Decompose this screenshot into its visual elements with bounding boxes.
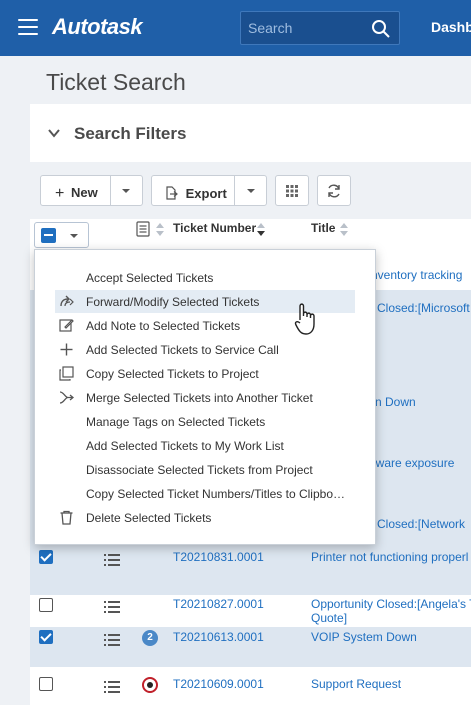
search-icon[interactable]	[371, 19, 391, 39]
ticket-title-link[interactable]: Closed:[Microsoft	[377, 301, 470, 315]
copy-icon	[59, 366, 74, 381]
top-navigation-bar: Autotask Search Dashb	[0, 0, 471, 56]
row-checkbox[interactable]	[39, 598, 53, 612]
menu-item-copy-to-clipboard[interactable]: Copy Selected Ticket Numbers/Titles to C…	[55, 482, 355, 505]
merge-icon	[59, 391, 74, 404]
row-checkbox[interactable]	[39, 630, 53, 644]
menu-item-label: Add Note to Selected Tickets	[86, 319, 241, 333]
menu-item-accept[interactable]: Accept Selected Tickets	[55, 266, 355, 289]
nav-dashboard-link[interactable]: Dashb	[431, 19, 471, 35]
global-search-input[interactable]: Search	[240, 11, 400, 45]
menu-item-label: Forward/Modify Selected Tickets	[86, 295, 260, 309]
row-checkbox[interactable]	[39, 677, 53, 691]
menu-item-label: Merge Selected Tickets into Another Tick…	[86, 391, 313, 405]
menu-item-copy-to-project[interactable]: Copy Selected Tickets to Project	[55, 362, 355, 385]
menu-item-label: Accept Selected Tickets	[86, 271, 214, 285]
ticket-count-badge: 2	[142, 630, 158, 646]
ticket-title-link[interactable]: n Down	[375, 395, 416, 409]
sort-icon[interactable]	[340, 223, 348, 237]
menu-item-label: Manage Tags on Selected Tickets	[86, 415, 266, 429]
menu-item-delete[interactable]: Delete Selected Tickets	[55, 506, 355, 529]
menu-item-manage-tags[interactable]: Manage Tags on Selected Tickets	[55, 410, 355, 433]
menu-item-merge[interactable]: Merge Selected Tickets into Another Tick…	[55, 386, 355, 409]
ticket-title-link[interactable]: Closed:[Network	[377, 517, 465, 531]
forward-icon	[60, 295, 74, 307]
ticket-title-link[interactable]: Printer not functioning properl	[311, 550, 468, 564]
plus-icon	[60, 343, 73, 356]
select-all-checkbox[interactable]	[41, 228, 56, 243]
menu-item-label: Copy Selected Ticket Numbers/Titles to C…	[86, 487, 345, 501]
ticket-number-link[interactable]: T20210831.0001	[173, 550, 264, 564]
new-dropdown-caret-icon[interactable]	[122, 189, 130, 193]
list-icon[interactable]	[104, 634, 120, 646]
grid-icon	[286, 185, 298, 197]
divider	[110, 176, 111, 205]
column-header-title[interactable]: Title	[311, 221, 335, 235]
page-title: Ticket Search	[46, 69, 186, 95]
priority-target-icon	[142, 677, 158, 693]
list-icon[interactable]	[104, 681, 120, 693]
export-icon	[166, 186, 178, 200]
search-filters-title: Search Filters	[74, 124, 187, 143]
export-button-content: Export	[164, 184, 227, 201]
row-checkbox[interactable]	[39, 550, 53, 564]
hand-pointer-cursor-icon	[294, 303, 315, 335]
ticket-number-link[interactable]: T20210613.0001	[173, 630, 264, 644]
ticket-title-link[interactable]: lware exposure	[373, 456, 454, 470]
plus-icon: +	[55, 185, 65, 202]
menu-item-add-to-service-call[interactable]: Add Selected Tickets to Service Call	[55, 338, 355, 361]
ticket-title-link-line2[interactable]: Quote]	[311, 611, 347, 625]
hamburger-menu-icon[interactable]	[18, 19, 38, 35]
menu-item-label: Delete Selected Tickets	[86, 511, 212, 525]
column-header-ticket-number[interactable]: Ticket Number	[173, 221, 256, 235]
ticket-number-link[interactable]: T20210827.0001	[173, 597, 264, 611]
table-row[interactable]: 2 T20210613.0001 VOIP System Down	[30, 627, 471, 667]
table-row[interactable]: T20210609.0001 Support Request	[30, 667, 471, 705]
new-button-content: + New	[55, 184, 98, 202]
refresh-button[interactable]	[317, 175, 351, 206]
ticket-number-link[interactable]: T20210609.0001	[173, 677, 264, 691]
menu-item-disassociate[interactable]: Disassociate Selected Tickets from Proje…	[55, 458, 355, 481]
menu-item-label: Copy Selected Tickets to Project	[86, 367, 259, 381]
export-button[interactable]: Export	[151, 175, 267, 206]
chevron-down-icon[interactable]	[47, 126, 61, 140]
menu-item-label: Add Selected Tickets to Service Call	[86, 343, 279, 357]
export-button-label: Export	[185, 186, 227, 201]
bulk-actions-menu: Accept Selected Tickets Forward/Modify S…	[34, 249, 376, 545]
export-dropdown-caret-icon[interactable]	[247, 189, 255, 193]
ticket-title-link[interactable]: Support Request	[311, 677, 401, 691]
edit-note-icon	[59, 319, 74, 332]
menu-item-add-to-work-list[interactable]: Add Selected Tickets to My Work List	[55, 434, 355, 457]
list-icon[interactable]	[104, 554, 120, 566]
chevron-down-icon[interactable]	[70, 234, 78, 238]
divider	[234, 176, 235, 205]
ticket-title-link[interactable]: VOIP System Down	[311, 630, 417, 644]
sort-icon[interactable]	[156, 223, 164, 237]
ticket-title-link[interactable]: Opportunity Closed:[Angela's T	[311, 597, 471, 611]
menu-item-label: Disassociate Selected Tickets from Proje…	[86, 463, 313, 477]
menu-item-label: Add Selected Tickets to My Work List	[86, 439, 284, 453]
autotask-logo[interactable]: Autotask	[52, 14, 143, 40]
column-chooser-button[interactable]	[275, 175, 309, 206]
ticket-type-column-icon	[136, 221, 150, 237]
search-filters-panel[interactable]: Search Filters	[30, 104, 471, 162]
sort-icon[interactable]	[257, 223, 265, 237]
table-row[interactable]: T20210831.0001 Printer not functioning p…	[30, 545, 471, 595]
new-button-label: New	[70, 185, 98, 200]
new-button[interactable]: + New	[40, 175, 143, 206]
search-placeholder: Search	[248, 20, 293, 36]
table-row[interactable]: T20210827.0001 Opportunity Closed:[Angel…	[30, 595, 471, 627]
list-icon[interactable]	[104, 601, 120, 613]
refresh-icon	[328, 184, 340, 198]
trash-icon	[60, 510, 73, 525]
select-all-checkbox-dropdown[interactable]	[34, 222, 89, 248]
ticket-title-link[interactable]: nventory tracking	[371, 268, 462, 282]
